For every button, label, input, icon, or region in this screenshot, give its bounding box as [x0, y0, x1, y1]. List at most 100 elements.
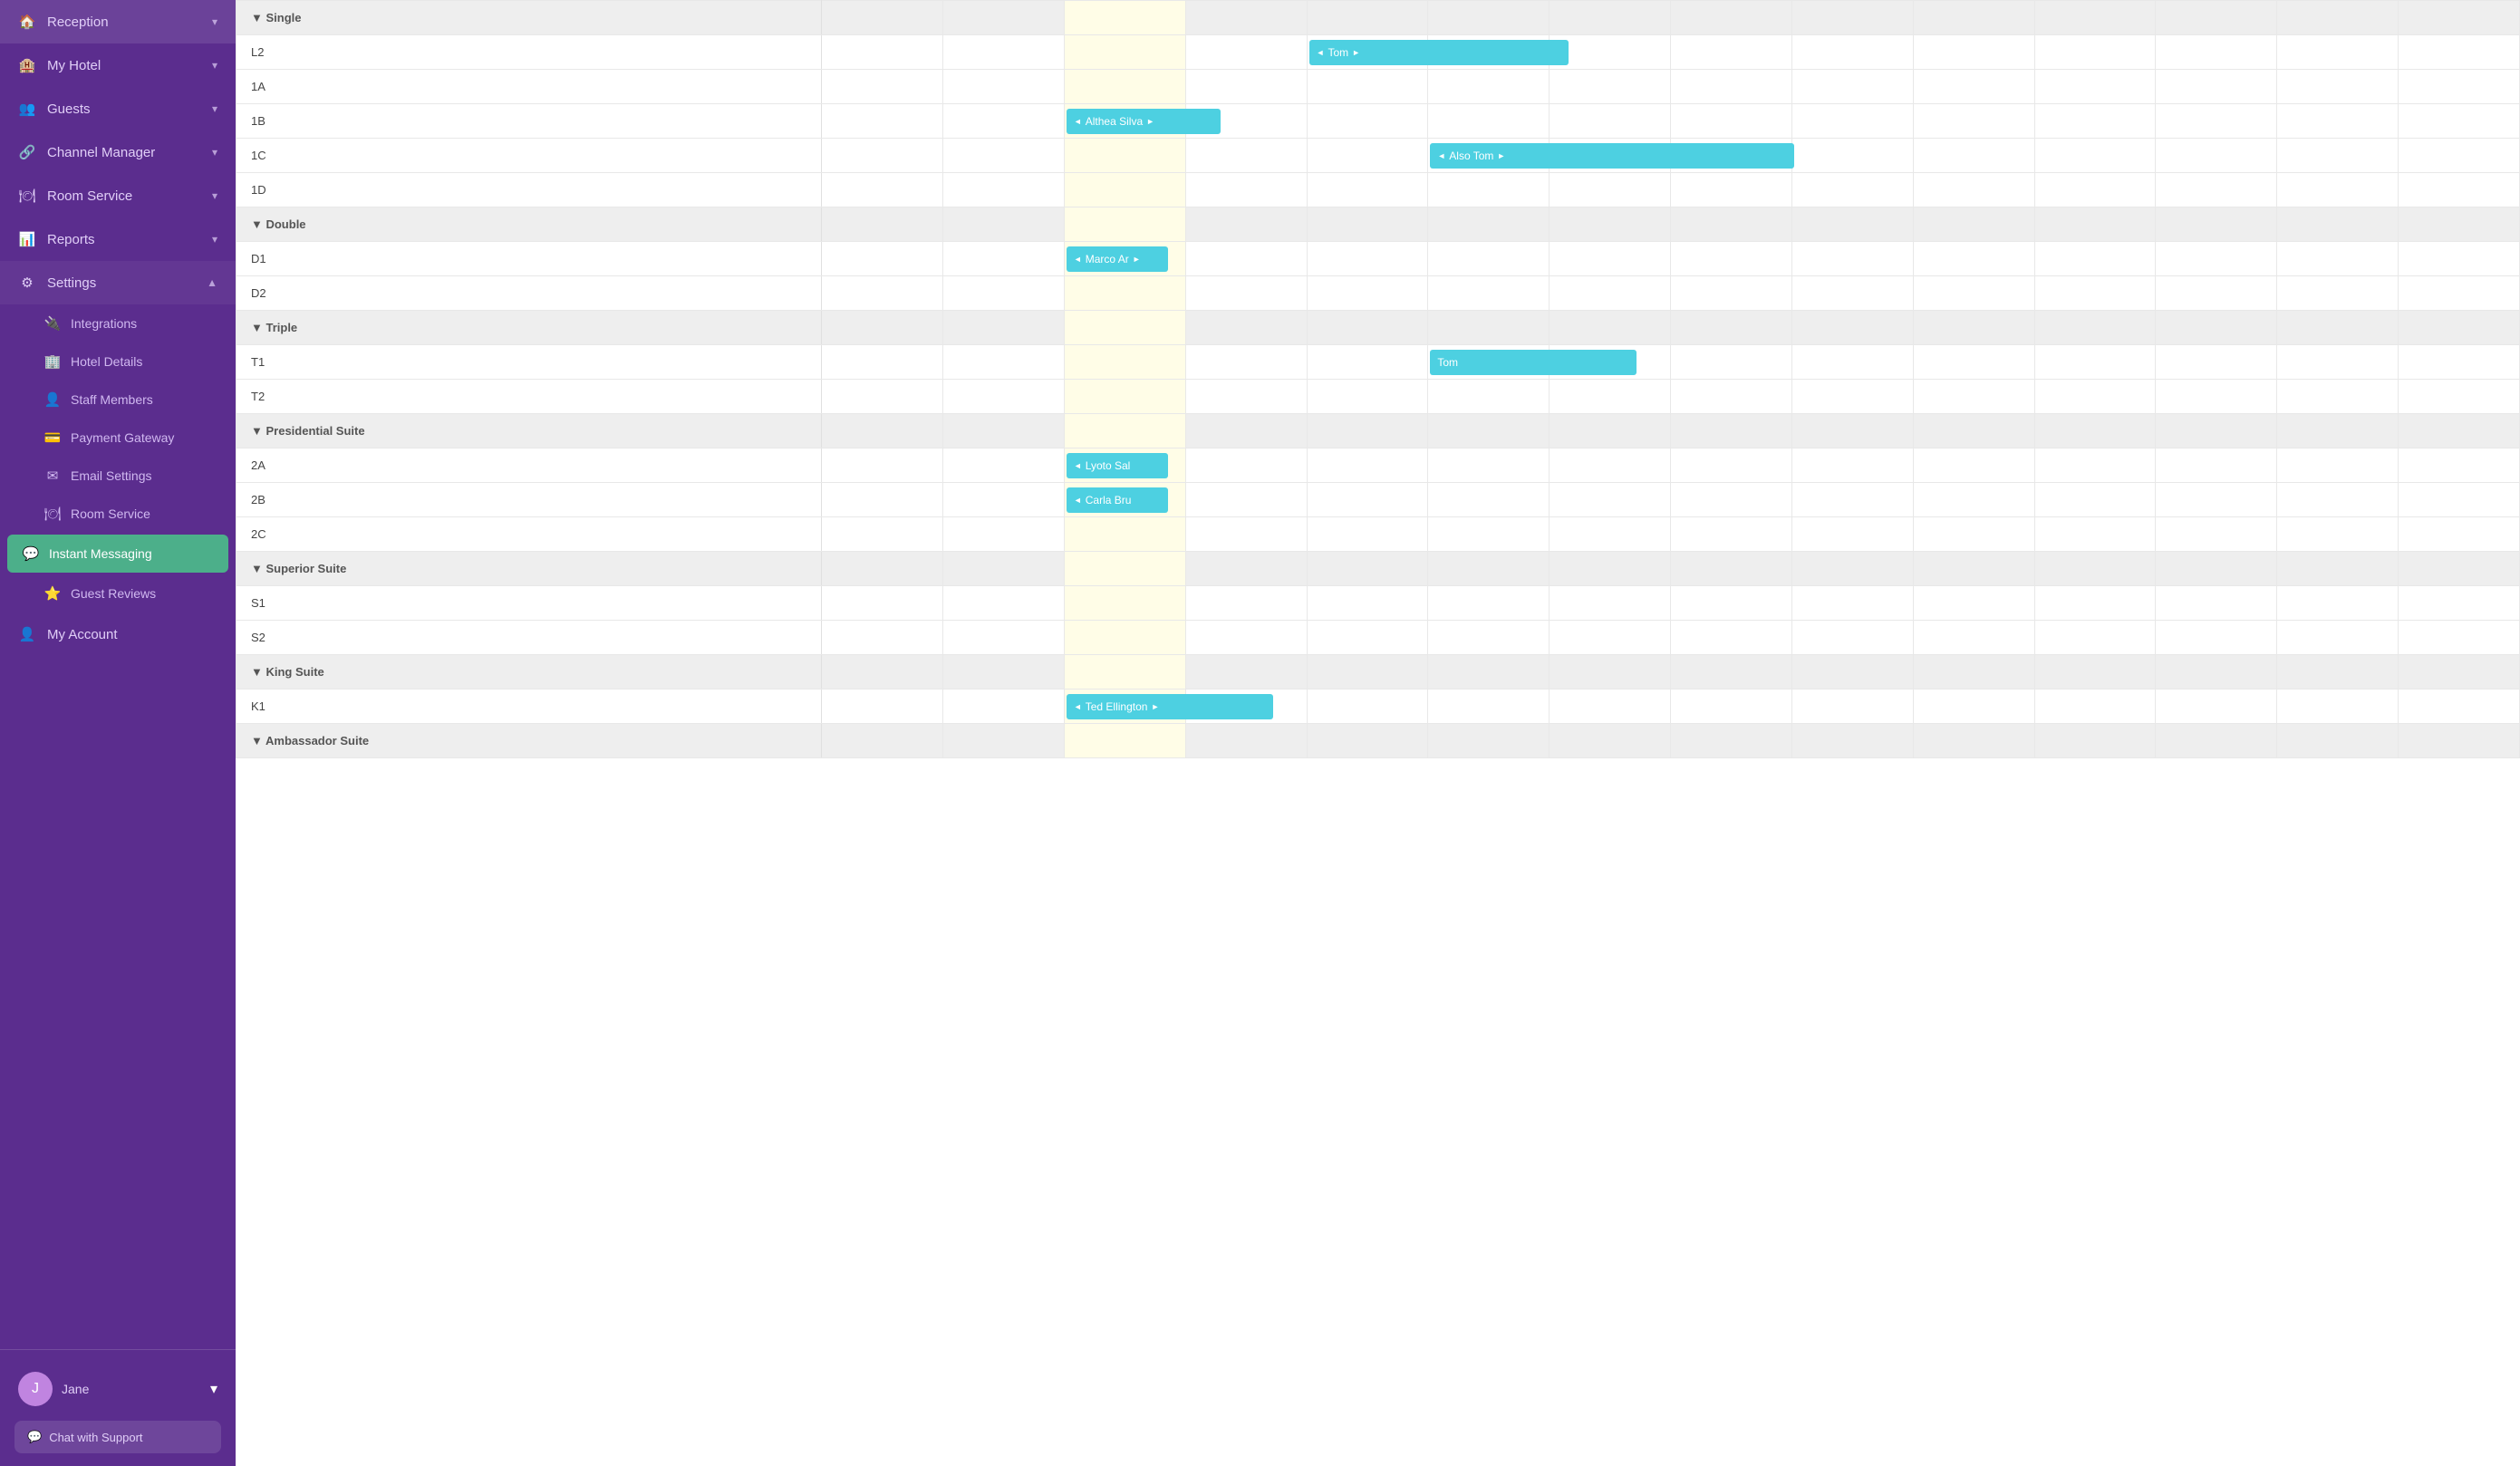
day-cell[interactable]	[1791, 242, 1913, 276]
day-cell[interactable]	[1064, 70, 1185, 104]
day-cell[interactable]	[942, 380, 1064, 414]
day-cell[interactable]	[822, 380, 943, 414]
day-cell[interactable]	[1791, 35, 1913, 70]
day-cell[interactable]	[942, 586, 1064, 621]
day-cell[interactable]	[2034, 139, 2156, 173]
day-cell[interactable]	[942, 345, 1064, 380]
day-cell[interactable]	[1913, 104, 2034, 139]
day-cell[interactable]	[2034, 35, 2156, 70]
day-cell[interactable]	[1428, 276, 1550, 311]
sidebar-item-channel-manager[interactable]: 🔗 Channel Manager ▾	[0, 130, 236, 174]
day-cell[interactable]	[1671, 380, 1792, 414]
day-cell[interactable]	[2399, 276, 2520, 311]
day-cell[interactable]	[2277, 448, 2399, 483]
day-cell[interactable]	[942, 621, 1064, 655]
day-cell[interactable]	[1671, 35, 1792, 70]
day-cell[interactable]	[1307, 104, 1428, 139]
booking-bar[interactable]: Also Tom	[1430, 143, 1794, 169]
day-cell[interactable]: Carla Bru	[1064, 483, 1185, 517]
sidebar-item-integrations[interactable]: 🔌 Integrations	[0, 304, 236, 342]
day-cell[interactable]	[2156, 621, 2277, 655]
day-cell[interactable]	[822, 276, 943, 311]
day-cell[interactable]	[2156, 345, 2277, 380]
day-cell[interactable]	[2399, 586, 2520, 621]
day-cell[interactable]	[1185, 586, 1307, 621]
day-cell[interactable]	[1550, 621, 1671, 655]
day-cell[interactable]	[1550, 70, 1671, 104]
sidebar-item-room-service[interactable]: 🍽 Room Service ▾	[0, 174, 236, 217]
day-cell[interactable]	[1550, 586, 1671, 621]
day-cell[interactable]	[1550, 104, 1671, 139]
day-cell[interactable]	[1064, 139, 1185, 173]
day-cell[interactable]	[2156, 448, 2277, 483]
day-cell[interactable]	[1307, 690, 1428, 724]
day-cell[interactable]	[2277, 380, 2399, 414]
sidebar-item-room-service-sub[interactable]: 🍽 Room Service	[0, 495, 236, 533]
day-cell[interactable]: Tom	[1428, 345, 1550, 380]
day-cell[interactable]	[2156, 104, 2277, 139]
sidebar-item-reports[interactable]: 📊 Reports ▾	[0, 217, 236, 261]
day-cell[interactable]	[1671, 173, 1792, 207]
day-cell[interactable]	[2156, 242, 2277, 276]
day-cell[interactable]	[1791, 621, 1913, 655]
day-cell[interactable]	[2399, 35, 2520, 70]
day-cell[interactable]	[1791, 139, 1913, 173]
day-cell[interactable]	[1671, 104, 1792, 139]
day-cell[interactable]	[2277, 586, 2399, 621]
day-cell[interactable]	[1550, 380, 1671, 414]
day-cell[interactable]	[1428, 448, 1550, 483]
day-cell[interactable]	[1913, 345, 2034, 380]
day-cell[interactable]	[822, 139, 943, 173]
day-cell[interactable]	[2277, 70, 2399, 104]
day-cell[interactable]	[1671, 621, 1792, 655]
day-cell[interactable]	[1550, 242, 1671, 276]
day-cell[interactable]	[1185, 242, 1307, 276]
day-cell[interactable]	[822, 483, 943, 517]
day-cell[interactable]	[2156, 517, 2277, 552]
day-cell[interactable]	[942, 35, 1064, 70]
day-cell[interactable]	[1791, 173, 1913, 207]
day-cell[interactable]	[1671, 242, 1792, 276]
booking-bar[interactable]: Althea Silva	[1067, 109, 1221, 134]
day-cell[interactable]	[2034, 448, 2156, 483]
day-cell[interactable]	[1428, 483, 1550, 517]
sidebar-item-email-settings[interactable]: ✉ Email Settings	[0, 457, 236, 495]
day-cell[interactable]	[1791, 586, 1913, 621]
sidebar-item-guest-reviews[interactable]: ⭐ Guest Reviews	[0, 574, 236, 612]
day-cell[interactable]	[942, 139, 1064, 173]
day-cell[interactable]	[1307, 242, 1428, 276]
day-cell[interactable]	[942, 173, 1064, 207]
sidebar-item-guests[interactable]: 👥 Guests ▾	[0, 87, 236, 130]
day-cell[interactable]: Marco Ar	[1064, 242, 1185, 276]
day-cell[interactable]	[822, 70, 943, 104]
day-cell[interactable]	[822, 173, 943, 207]
day-cell[interactable]	[1428, 70, 1550, 104]
day-cell[interactable]	[1913, 586, 2034, 621]
day-cell[interactable]	[1550, 448, 1671, 483]
day-cell[interactable]	[2034, 586, 2156, 621]
day-cell[interactable]	[942, 242, 1064, 276]
day-cell[interactable]	[1671, 345, 1792, 380]
day-cell[interactable]	[1064, 380, 1185, 414]
day-cell[interactable]	[2156, 70, 2277, 104]
sidebar-item-payment-gateway[interactable]: 💳 Payment Gateway	[0, 419, 236, 457]
day-cell[interactable]: Also Tom	[1428, 139, 1550, 173]
day-cell[interactable]	[822, 448, 943, 483]
day-cell[interactable]	[2399, 104, 2520, 139]
day-cell[interactable]	[2399, 448, 2520, 483]
day-cell[interactable]	[822, 242, 943, 276]
booking-bar[interactable]: Tom	[1430, 350, 1637, 375]
day-cell[interactable]	[1671, 276, 1792, 311]
day-cell[interactable]	[1550, 173, 1671, 207]
day-cell[interactable]	[2277, 242, 2399, 276]
day-cell[interactable]	[2156, 139, 2277, 173]
day-cell[interactable]	[1791, 690, 1913, 724]
day-cell[interactable]	[1064, 345, 1185, 380]
day-cell[interactable]	[1791, 517, 1913, 552]
day-cell[interactable]	[2399, 173, 2520, 207]
day-cell[interactable]	[942, 104, 1064, 139]
day-cell[interactable]	[1671, 483, 1792, 517]
day-cell[interactable]	[2034, 242, 2156, 276]
sidebar-item-my-hotel[interactable]: 🏨 My Hotel ▾	[0, 43, 236, 87]
day-cell[interactable]	[1791, 483, 1913, 517]
